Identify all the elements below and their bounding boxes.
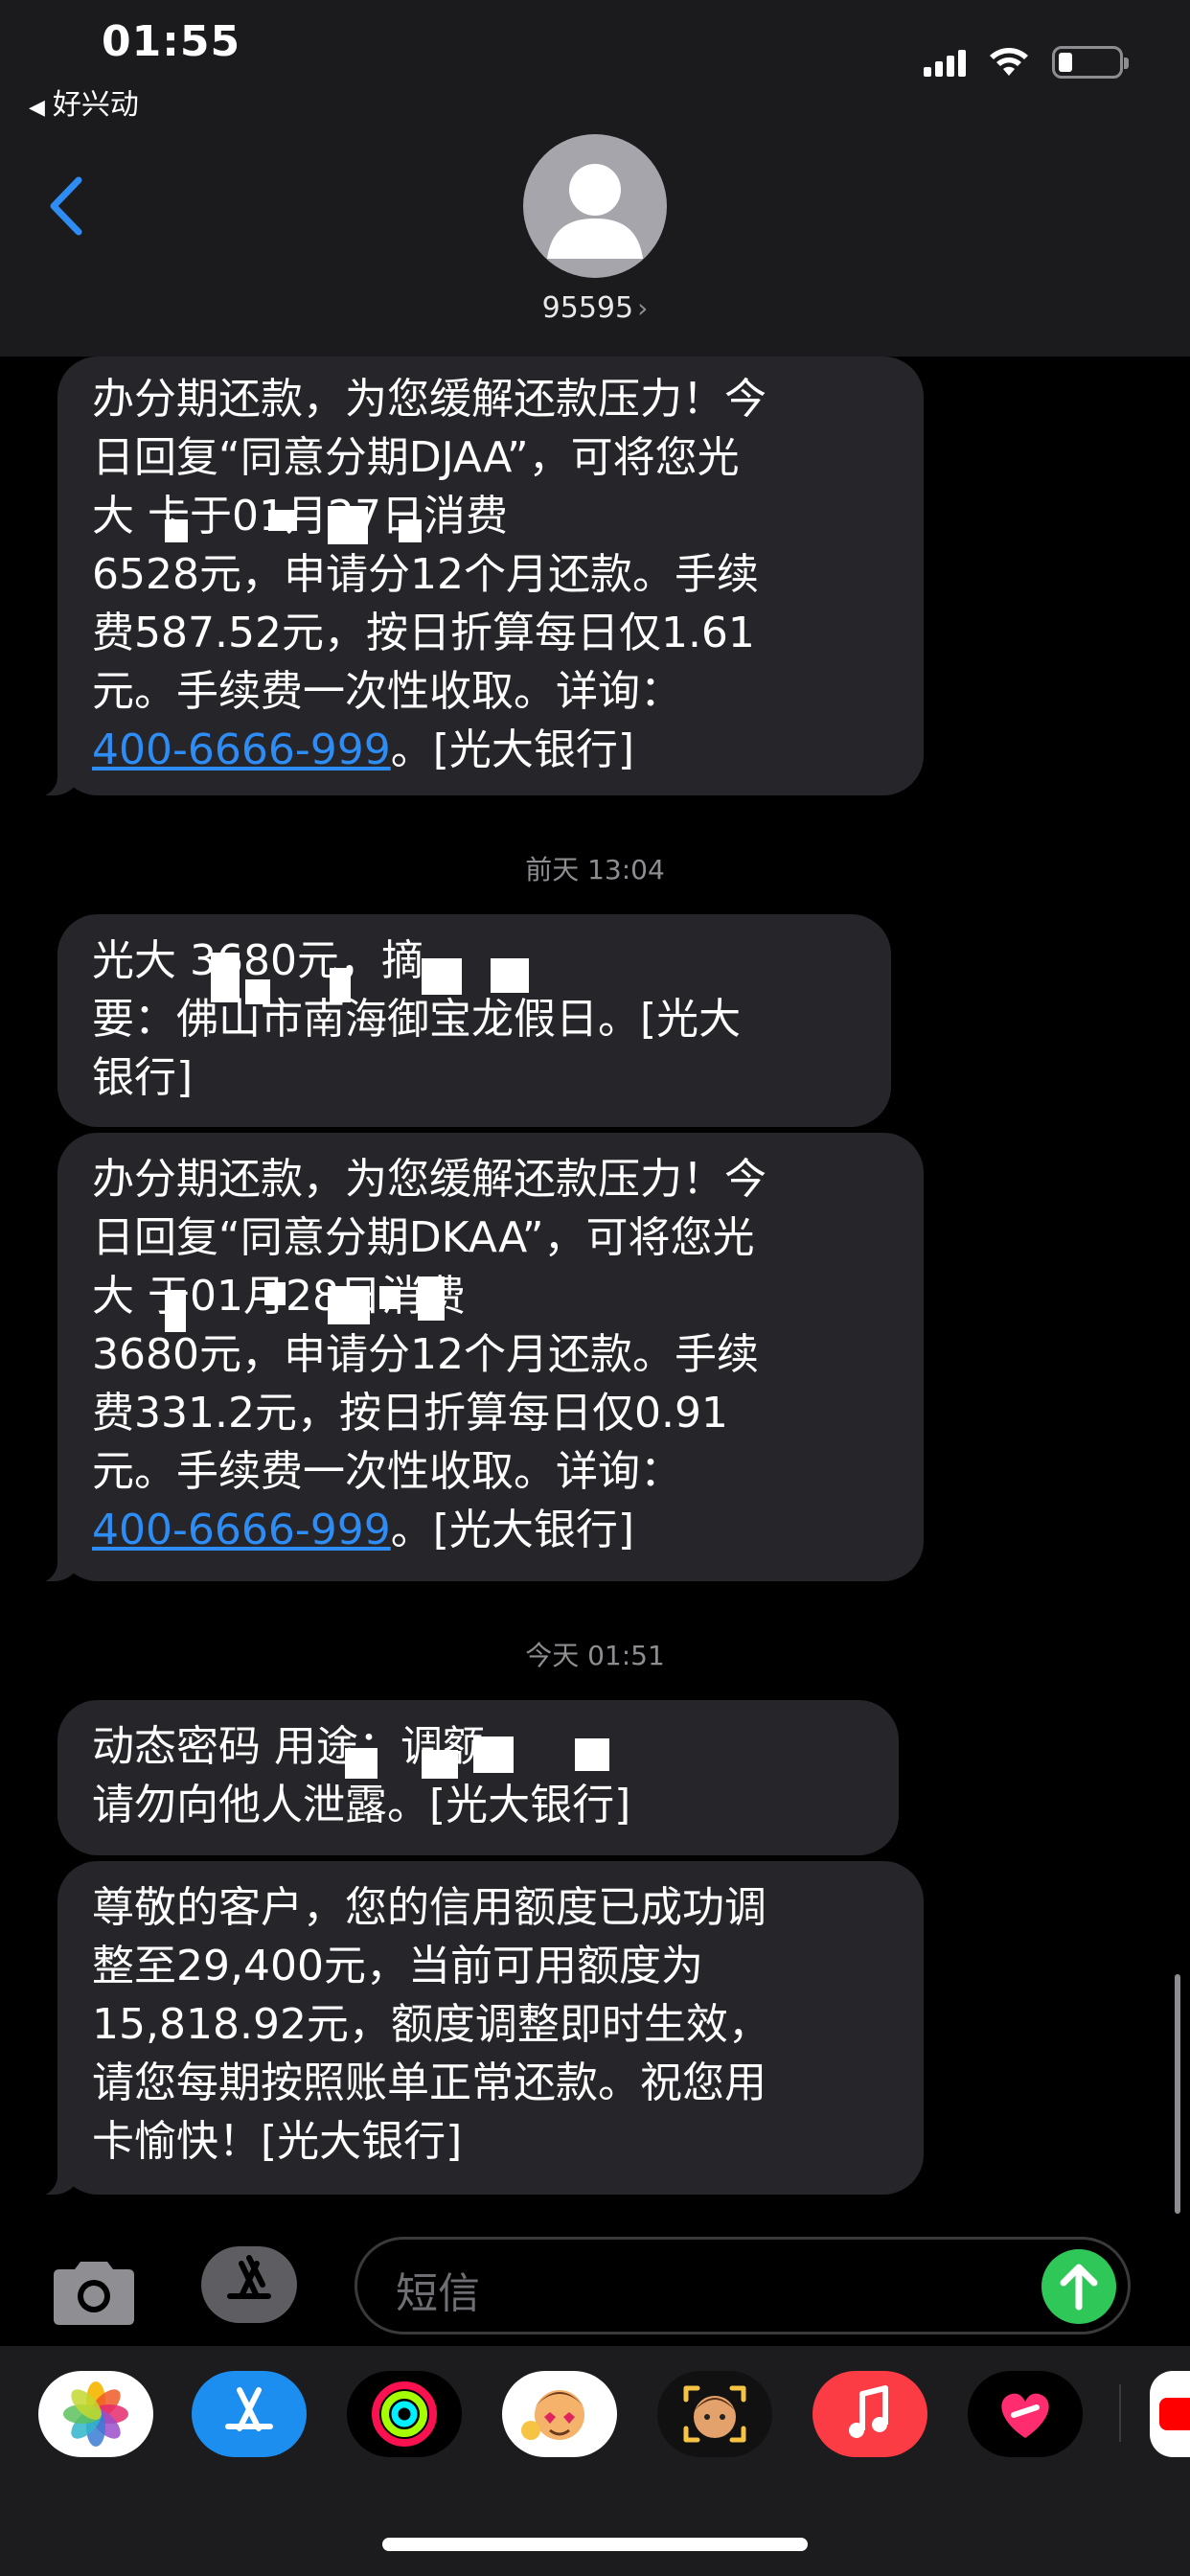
- timestamp: 前天 13:04: [525, 854, 665, 886]
- message-line: 400-6666-999。[光大银行]: [92, 721, 889, 779]
- redaction-mark: [211, 953, 240, 1002]
- redaction-mark: [165, 1290, 186, 1332]
- redaction-mark: [330, 968, 351, 1002]
- battery-icon: [1052, 46, 1129, 79]
- redaction-mark: [575, 1738, 609, 1771]
- redaction-mark: [422, 1750, 458, 1779]
- message-input-placeholder: 短信: [396, 2269, 480, 2318]
- message-line: 银行]: [92, 1053, 194, 1102]
- photos-icon[interactable]: [38, 2371, 153, 2457]
- message-bubble[interactable]: 办分期还款，为您缓解还款压力！今 日回复“同意分期DKAA”，可将您光 大 于0…: [29, 1133, 924, 1583]
- music-icon[interactable]: [812, 2371, 927, 2457]
- redaction-mark: [399, 519, 422, 542]
- person-silhouette-icon: [547, 164, 643, 259]
- message-bubble[interactable]: 光大 3680元，摘 要：佛山市南海御宝龙假日。[光大 银行]: [57, 914, 891, 1127]
- camera-icon[interactable]: [48, 2258, 140, 2327]
- app-store-glyph-icon: [227, 2255, 271, 2299]
- message-line: 15,818.92元，额度调整即时生效，: [92, 2000, 770, 2049]
- conversation-header: 01:55 ◀ 好兴动 95595 ›: [0, 0, 1190, 356]
- memoji-icon[interactable]: [657, 2371, 772, 2457]
- back-to-app-link[interactable]: ◀ 好兴动: [29, 80, 139, 123]
- message-line: 尊敬的客户，您的信用额度已成功调: [92, 1883, 767, 1932]
- message-line: 请勿向他人泄露。[光大银行]: [92, 1781, 631, 1829]
- message-line: 400-6666-999。[光大银行]: [92, 1501, 889, 1559]
- message-line: 要：佛山市南海御宝龙假日。[光大: [92, 995, 742, 1044]
- wifi-icon: [990, 48, 1028, 76]
- redaction-mark: [328, 506, 368, 544]
- home-indicator[interactable]: [382, 2538, 808, 2551]
- timestamp: 今天 01:51: [525, 1640, 665, 1671]
- send-button[interactable]: [1041, 2249, 1116, 2324]
- back-app-label: 好兴动: [52, 88, 139, 122]
- cellular-signal-icon: [924, 48, 966, 77]
- contact-name: 95595: [541, 291, 634, 325]
- message-line: 办分期还款，为您缓解还款压力！今: [92, 1155, 767, 1204]
- phone-link[interactable]: 400-6666-999: [92, 725, 391, 774]
- back-chevron-icon[interactable]: [44, 174, 86, 238]
- redaction-mark: [473, 1736, 514, 1773]
- message-line: 大 卡于01月27日消费: [92, 492, 508, 540]
- message-line: 整至29,400元，当前可用额度为: [92, 1942, 703, 1990]
- message-line: 6528元，申请分12个月还款。手续: [92, 550, 759, 599]
- message-bubble[interactable]: 动态密码 用途：调额， 请勿向他人泄露。[光大银行]: [57, 1700, 899, 1855]
- message-line: 卡愉快！[光大银行]: [92, 2117, 463, 2166]
- chevron-right-icon: ›: [637, 292, 649, 324]
- message-line: 元。手续费一次性收取。详询：: [92, 667, 682, 716]
- message-line: 日回复“同意分期DJAA”，可将您光: [92, 433, 740, 482]
- status-time: 01:55: [102, 17, 241, 66]
- message-line: 费587.52元，按日折算每日仅1.61: [92, 609, 755, 657]
- contact-avatar[interactable]: [523, 134, 667, 278]
- redaction-mark: [418, 1276, 445, 1321]
- message-line: 大 于01月28日消费: [92, 1272, 466, 1321]
- redaction-mark: [328, 1286, 370, 1324]
- message-line: 费331.2元，按日折算每日仅0.91: [92, 1389, 728, 1438]
- redaction-mark: [165, 519, 188, 542]
- scroll-indicator[interactable]: [1175, 1974, 1180, 2214]
- message-bubble[interactable]: 办分期还款，为您缓解还款压力！今 日回复“同意分期DJAA”，可将您光 大 卡于…: [29, 356, 924, 797]
- message-line: 请您每期按照账单正常还款。祝您用: [92, 2058, 767, 2107]
- redaction-mark: [268, 510, 297, 531]
- message-bubble[interactable]: 尊敬的客户，您的信用额度已成功调 整至29,400元，当前可用额度为 15,81…: [29, 1861, 924, 2196]
- redaction-mark: [422, 958, 462, 995]
- youtube-icon[interactable]: [1150, 2371, 1190, 2457]
- memoji-stickers-icon[interactable]: [502, 2371, 617, 2457]
- phone-link[interactable]: 400-6666-999: [92, 1506, 391, 1554]
- heart-app-icon[interactable]: [968, 2371, 1083, 2457]
- message-line: 元。手续费一次性收取。详询：: [92, 1447, 682, 1496]
- message-line: 办分期还款，为您缓解还款压力！今: [92, 375, 767, 424]
- redaction-mark: [345, 1748, 378, 1779]
- contact-name-button[interactable]: 95595 ›: [0, 291, 1190, 325]
- message-input[interactable]: 短信: [355, 2237, 1131, 2334]
- redaction-mark: [245, 979, 270, 1004]
- message-line: 光大 3680元，摘: [92, 936, 423, 985]
- message-line: 日回复“同意分期DKAA”，可将您光: [92, 1213, 755, 1262]
- app-store-button[interactable]: [201, 2246, 297, 2323]
- message-suffix: 。[光大银行]: [390, 1506, 635, 1554]
- activity-icon[interactable]: [347, 2371, 462, 2457]
- back-triangle-icon: ◀: [29, 96, 45, 120]
- message-line: 3680元，申请分12个月还款。手续: [92, 1330, 759, 1379]
- redaction-mark: [491, 958, 529, 993]
- arrow-up-icon: [1060, 2264, 1098, 2311]
- app-store-icon[interactable]: [192, 2371, 307, 2457]
- redaction-mark: [379, 1286, 400, 1309]
- redaction-mark: [264, 1282, 286, 1305]
- drawer-divider: [1119, 2384, 1121, 2442]
- status-icons: [924, 46, 1129, 79]
- message-suffix: 。[光大银行]: [390, 725, 635, 774]
